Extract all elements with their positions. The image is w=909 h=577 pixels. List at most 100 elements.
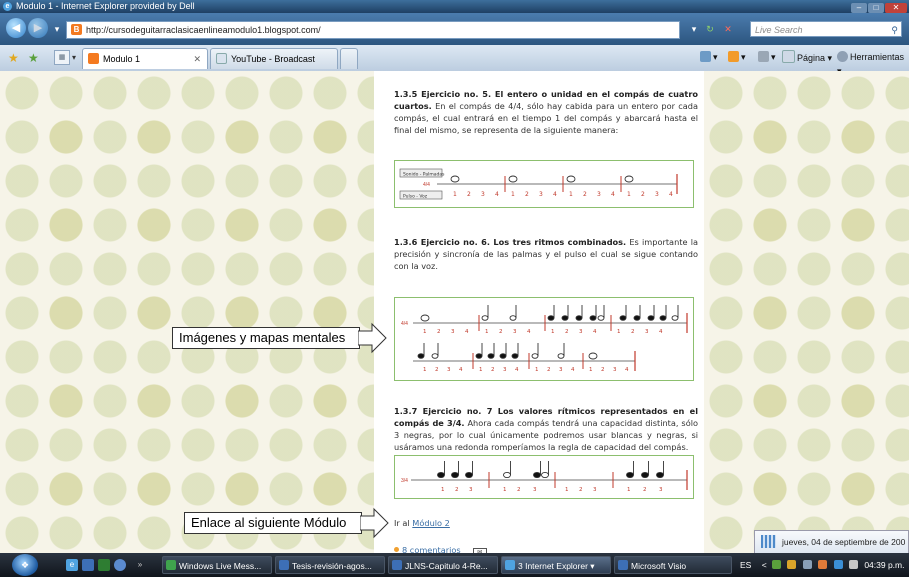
svg-text:3: 3 (597, 191, 601, 198)
svg-text:1: 1 (617, 329, 621, 335)
start-button-icon[interactable]: ❖ (12, 554, 38, 576)
svg-text:4: 4 (571, 367, 575, 373)
back-icon[interactable]: ◀ (6, 18, 26, 38)
loading-icon (216, 53, 227, 64)
svg-text:2: 2 (641, 191, 645, 198)
bullet-icon (394, 547, 399, 552)
add-favorite-icon[interactable]: ★ (28, 51, 39, 65)
date-notification: jueves, 04 de septiembre de 200 (754, 530, 909, 554)
svg-text:1: 1 (551, 329, 555, 335)
home-button[interactable]: ▾ (700, 50, 718, 64)
address-bar[interactable]: Bhttp://cursodeguitarraclasicaenlineamod… (66, 21, 680, 39)
quicklaunch-search-icon[interactable] (114, 559, 126, 571)
next-prefix: Ir al (394, 518, 410, 528)
tab-youtube[interactable]: YouTube - Broadcast Your... (210, 48, 338, 85)
address-dropdown-icon[interactable]: ▾ (686, 21, 702, 37)
svg-text:1: 1 (535, 367, 539, 373)
quick-tabs-icon[interactable]: ▦ (54, 50, 70, 65)
svg-text:3: 3 (613, 367, 617, 373)
search-input[interactable]: Live Search ⚲ (750, 21, 902, 37)
maximize-icon[interactable]: □ (868, 3, 884, 13)
print-icon (758, 51, 769, 62)
svg-text:2: 2 (437, 329, 441, 335)
tray-app-icon[interactable] (818, 560, 828, 569)
svg-text:2: 2 (643, 487, 647, 493)
svg-text:2: 2 (435, 367, 439, 373)
svg-text:1: 1 (627, 487, 631, 493)
time-signature: 3/4 (401, 478, 408, 484)
stop-icon[interactable]: ✕ (720, 21, 736, 37)
favorites-star-icon[interactable]: ★ (8, 51, 19, 65)
internet-explorer-icon: e (3, 2, 12, 11)
svg-text:4: 4 (553, 191, 557, 198)
taskbar-button-jlns[interactable]: JLNS-Capitulo 4-Re... (388, 556, 498, 574)
tray-expand-icon[interactable]: < (762, 560, 767, 570)
window-title: Modulo 1 - Internet Explorer provided by… (16, 1, 195, 11)
svg-text:4: 4 (669, 191, 673, 198)
svg-text:3: 3 (481, 191, 485, 198)
print-button[interactable]: ▾ (758, 50, 776, 64)
next-module-link[interactable]: Módulo 2 (412, 518, 450, 528)
rss-icon (728, 51, 739, 62)
svg-text:3: 3 (579, 329, 583, 335)
system-tray: ES < 04:39 p.m. (740, 553, 909, 577)
history-dropdown-icon[interactable]: ▾ (49, 21, 65, 37)
visio-icon (618, 560, 628, 570)
close-icon[interactable]: ✕ (885, 3, 907, 13)
svg-text:2: 2 (467, 191, 471, 198)
feeds-button[interactable]: ▾ (728, 50, 746, 64)
svg-text:3: 3 (447, 367, 451, 373)
quicklaunch-desktop-icon[interactable] (82, 559, 94, 571)
svg-text:4: 4 (495, 191, 499, 198)
minimize-icon[interactable]: – (851, 3, 867, 13)
svg-text:4: 4 (625, 367, 629, 373)
refresh-icon[interactable]: ↻ (702, 21, 718, 37)
taskbar-button-label: Windows Live Mess... (179, 561, 262, 571)
svg-text:1: 1 (423, 367, 427, 373)
taskbar-button-visio[interactable]: Microsoft Visio (614, 556, 732, 574)
url-text[interactable]: http://cursodeguitarraclasicaenlineamodu… (86, 25, 321, 35)
callout-images-mind-maps: Imágenes y mapas mentales (172, 327, 360, 349)
language-indicator[interactable]: ES (740, 560, 751, 570)
tab-modulo-1[interactable]: Modulo 1 ✕ (82, 48, 208, 69)
forward-icon[interactable]: ▶ (28, 18, 48, 38)
section-title: 1.3.6 Ejercicio no. 6. Los tres ritmos c… (394, 237, 627, 247)
tray-network-icon[interactable] (772, 560, 782, 569)
tab-list-dropdown-icon[interactable]: ▾ (72, 53, 76, 62)
quicklaunch-ie-icon[interactable]: e (66, 559, 78, 571)
taskbar-button-ie-group[interactable]: 3 Internet Explorer ▾ (501, 556, 611, 574)
page-menu-label: Página (797, 53, 826, 63)
quicklaunch-excel-icon[interactable] (98, 559, 110, 571)
section-body: En el compás de 4/4, sólo hay cabida par… (394, 101, 698, 135)
callout-arrow-icon (360, 507, 389, 539)
svg-text:1: 1 (485, 329, 489, 335)
svg-text:1: 1 (479, 367, 483, 373)
svg-text:2: 2 (579, 487, 583, 493)
svg-text:4: 4 (459, 367, 463, 373)
search-icon[interactable]: ⚲ (891, 22, 898, 38)
blogger-favicon-icon (88, 53, 99, 64)
page-icon (782, 50, 795, 63)
callout-arrow-icon (358, 322, 387, 354)
tray-connection-icon[interactable] (833, 560, 843, 569)
rhythm-figure-combined: 4/4 1234 1234 1234 1234 12 3 4 1 2 3 4 1… (394, 297, 694, 381)
tray-volume-icon[interactable] (848, 560, 858, 569)
page-menu[interactable]: Página ▾ (782, 50, 832, 65)
tray-gear-icon[interactable] (802, 560, 812, 569)
clock[interactable]: 04:39 p.m. (864, 560, 904, 570)
new-tab-button[interactable] (340, 48, 358, 69)
svg-text:4: 4 (527, 329, 531, 335)
svg-text:3: 3 (503, 367, 507, 373)
svg-text:3: 3 (593, 487, 597, 493)
taskbar-button-messenger[interactable]: Windows Live Mess... (162, 556, 272, 574)
tray-shield-icon[interactable] (787, 560, 797, 569)
svg-text:3: 3 (655, 191, 659, 198)
svg-text:3: 3 (451, 329, 455, 335)
quicklaunch-more-icon[interactable]: » (134, 559, 146, 571)
tab-close-icon[interactable]: ✕ (193, 49, 201, 70)
messenger-icon (166, 560, 176, 570)
taskbar-button-label: Tesis-revisión-agos... (292, 561, 372, 571)
taskbar-button-label: 3 Internet Explorer (518, 561, 588, 571)
taskbar-button-tesis[interactable]: Tesis-revisión-agos... (275, 556, 385, 574)
rhythm-figure-4-4-whole: Sonido - Palmadas Pulso - Voz 4/4 1 2 3 4 1… (394, 160, 694, 208)
